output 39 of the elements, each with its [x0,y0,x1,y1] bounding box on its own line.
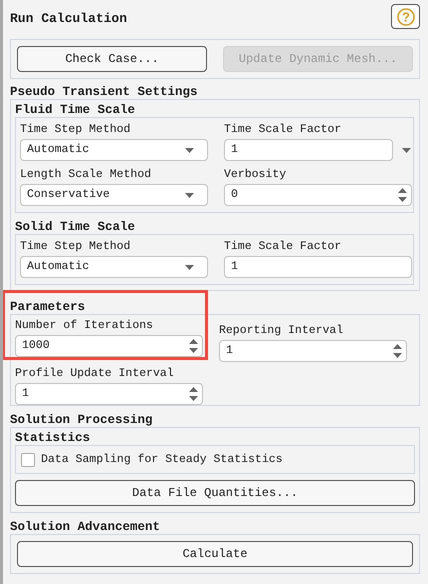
checkbox-label: Data Sampling for Steady Statistics [41,452,283,468]
spinner-arrows-icon[interactable] [189,338,198,354]
caret-icon[interactable] [184,264,195,270]
spinner-field[interactable]: 0 [224,184,412,206]
dropdown-field[interactable]: Automatic [20,256,208,278]
calculate-button[interactable]: Calculate [17,541,413,568]
field-label: Time Scale Factor [224,122,342,137]
field-label: Number of Iterations [15,318,154,333]
field-label: Reporting Interval [219,323,344,338]
section-heading: Solution Advancement [10,520,162,534]
input-field[interactable]: 1 [224,139,393,161]
group-heading: Solid Time Scale [15,220,136,234]
checkbox[interactable] [21,452,35,467]
caret-icon[interactable] [184,148,195,152]
spinner-arrows-icon[interactable] [189,386,198,402]
spinner-field[interactable]: 1 [15,383,203,405]
dropdown-field[interactable]: Automatic [20,139,208,161]
section-heading: Parameters [10,300,86,314]
spinner-arrows-icon[interactable] [393,343,402,359]
spinner-arrows-icon[interactable] [398,187,407,203]
section-heading: Solution Processing [10,413,154,427]
field-label: Time Step Method [20,239,132,254]
field-label: Time Step Method [20,122,132,137]
dropdown-field[interactable]: Conservative [20,184,208,206]
panel-title: Run Calculation [10,10,128,28]
section-heading: Pseudo Transient Settings [10,85,199,99]
data-file-quantities-button[interactable]: Data File Quantities... [15,480,415,506]
input-field[interactable]: 1 [224,256,412,278]
field-label: Profile Update Interval [15,366,175,381]
field-label: Time Scale Factor [224,239,342,254]
caret-icon[interactable] [401,148,412,152]
group-heading: Statistics [15,431,92,445]
spinner-field[interactable]: 1 [219,340,407,362]
caret-icon[interactable] [184,192,195,198]
field-label: Length Scale Method [20,167,152,182]
group-heading: Fluid Time Scale [15,103,136,117]
spinner-field[interactable]: 1000 [15,335,203,357]
check-case-button[interactable]: Check Case... [17,46,207,72]
field-label: Verbosity [224,167,288,182]
